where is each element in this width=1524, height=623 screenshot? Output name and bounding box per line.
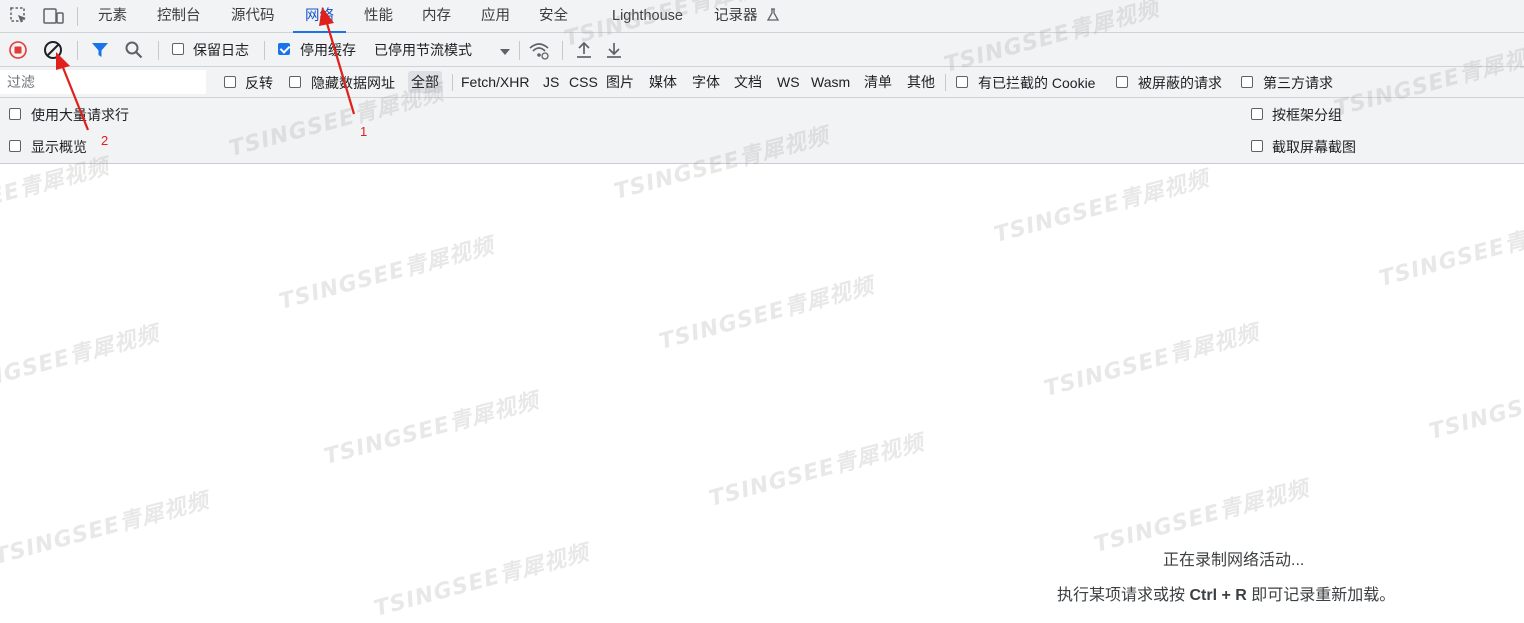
annotation-label-2: 2 bbox=[101, 133, 109, 148]
annotation-arrow-1 bbox=[319, 7, 356, 115]
annotation-arrow-2 bbox=[56, 52, 90, 131]
annotation-arrows bbox=[56, 7, 356, 131]
annotation-label-1: 1 bbox=[360, 124, 368, 139]
